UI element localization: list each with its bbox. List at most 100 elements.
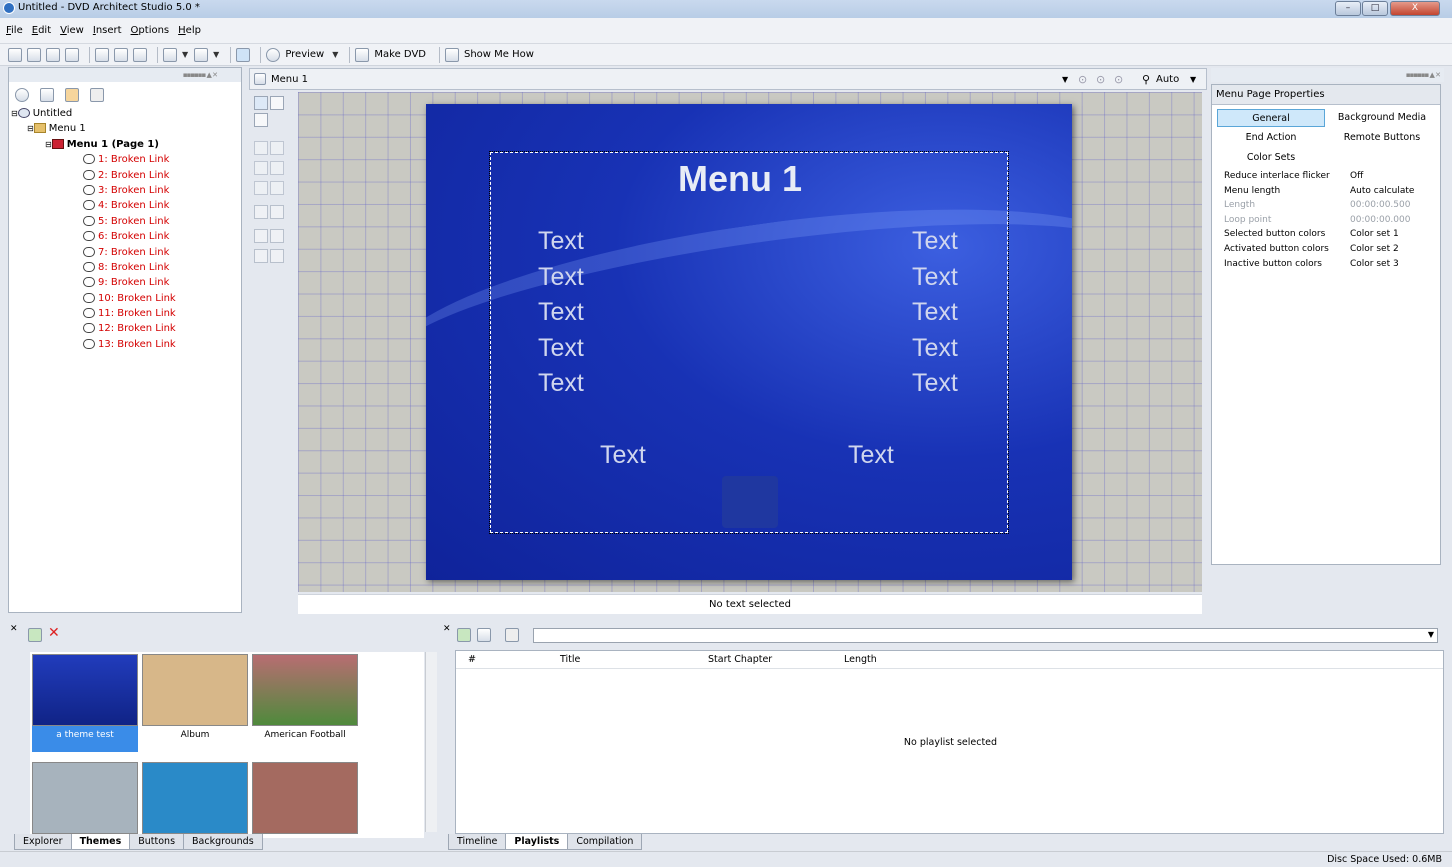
align-left-icon[interactable] — [254, 141, 268, 155]
property-row[interactable]: Inactive button colors Color set 3 — [1224, 259, 1439, 274]
make-dvd-icon[interactable] — [355, 47, 370, 62]
col-start-chapter[interactable]: Start Chapter — [708, 654, 772, 665]
tree-item-link[interactable]: 8: Broken Link — [11, 261, 176, 277]
minimize-button[interactable]: – — [1335, 1, 1361, 16]
same-height-icon[interactable] — [270, 205, 284, 219]
theme-item[interactable] — [252, 762, 358, 838]
property-row[interactable]: Selected button colors Color set 1 — [1224, 229, 1439, 244]
property-row[interactable]: Length 00:00:00.500 — [1224, 200, 1439, 215]
menu-button-5[interactable]: Text — [538, 369, 584, 398]
zoom-dropdown-icon[interactable]: ▼ — [1190, 75, 1196, 84]
panel-close-icon[interactable]: ✕ — [443, 624, 451, 634]
property-row[interactable]: Loop point 00:00:00.000 — [1224, 215, 1439, 230]
tree-item-link[interactable]: 3: Broken Link — [11, 184, 176, 200]
align-center-icon[interactable] — [254, 161, 268, 175]
close-button[interactable]: X — [1390, 1, 1440, 16]
tab-buttons[interactable]: Buttons — [129, 834, 185, 850]
playlist-settings-icon[interactable] — [477, 628, 491, 642]
align-bottom-icon[interactable] — [270, 181, 284, 195]
nav-forward-icon[interactable]: ⊙ — [1114, 73, 1123, 86]
tree-item-link[interactable]: 6: Broken Link — [11, 231, 176, 246]
undo-dropdown-icon[interactable]: ▼ — [182, 50, 188, 59]
open-folder-icon[interactable] — [27, 47, 41, 62]
new-file-icon[interactable] — [8, 47, 22, 62]
theme-item[interactable] — [142, 762, 248, 838]
menu-help[interactable]: Help — [178, 25, 201, 36]
property-value[interactable]: Color set 2 — [1350, 244, 1399, 254]
menu-edit[interactable]: Edit — [32, 25, 51, 36]
menu-view[interactable]: View — [60, 25, 84, 36]
new-playlist-icon[interactable] — [457, 628, 471, 642]
center-horizontal-icon[interactable] — [254, 249, 268, 263]
menu-button-4[interactable]: Text — [538, 334, 584, 363]
tab-backgrounds[interactable]: Backgrounds — [183, 834, 263, 850]
stop-icon[interactable] — [40, 88, 54, 102]
menu-file[interactable]: File — [6, 25, 23, 36]
tab-background-media[interactable]: Background Media — [1328, 109, 1436, 127]
copy-icon[interactable] — [114, 47, 128, 62]
tree-item-link[interactable]: 7: Broken Link — [11, 246, 176, 262]
burn-icon[interactable] — [15, 88, 29, 102]
menu-button-1[interactable]: Text — [538, 227, 584, 256]
theme-item[interactable]: Album — [142, 654, 248, 752]
tree-item-link[interactable]: 5: Broken Link — [11, 215, 176, 231]
tab-end-action[interactable]: End Action — [1217, 129, 1325, 147]
grip-icon[interactable]: ▪▪▪▪▪▪ ▲ ✕ — [183, 71, 218, 79]
space-vertical-icon[interactable] — [270, 229, 284, 243]
properties-icon[interactable] — [65, 47, 79, 62]
tab-explorer[interactable]: Explorer — [14, 834, 72, 850]
redo-icon[interactable] — [194, 47, 209, 62]
menu-button-11[interactable]: Text — [600, 441, 646, 470]
property-value[interactable]: Color set 1 — [1350, 229, 1399, 239]
zoom-value[interactable]: Auto — [1156, 74, 1179, 85]
tab-color-sets[interactable]: Color Sets — [1217, 149, 1325, 167]
add-item-icon[interactable] — [505, 628, 519, 642]
zoom-icon[interactable]: ⚲ — [1142, 73, 1150, 86]
nav-up-icon[interactable]: ⊙ — [1078, 73, 1087, 86]
maximize-button[interactable]: □ — [1362, 1, 1388, 16]
menu-button-12[interactable]: Text — [848, 441, 894, 470]
editor-tab-menu1[interactable]: Menu 1 — [271, 74, 308, 85]
show-me-how-button[interactable]: Show Me How — [464, 49, 534, 60]
delete-icon[interactable] — [90, 88, 104, 102]
property-value[interactable]: Off — [1350, 171, 1363, 181]
tree-item-link[interactable]: 13: Broken Link — [11, 338, 176, 354]
themes-scrollbar[interactable] — [425, 652, 437, 832]
col-number[interactable]: # — [468, 654, 476, 665]
menu-options[interactable]: Options — [131, 25, 170, 36]
tab-playlists[interactable]: Playlists — [505, 834, 569, 850]
tab-timeline[interactable]: Timeline — [448, 834, 507, 850]
paste-icon[interactable] — [133, 47, 147, 62]
grip-icon[interactable]: ▪▪▪▪▪▪ ▲ ✕ — [1406, 71, 1441, 79]
grid-tool-icon[interactable] — [270, 96, 284, 110]
center-vertical-icon[interactable] — [270, 249, 284, 263]
make-dvd-button[interactable]: Make DVD — [374, 49, 426, 60]
select-tool-icon[interactable] — [254, 96, 268, 110]
menu-button-7[interactable]: Text — [912, 263, 958, 292]
menu-button-13-thumbnail[interactable] — [722, 476, 778, 528]
tree-item-link[interactable]: 2: Broken Link — [11, 169, 176, 185]
delete-theme-icon[interactable]: ✕ — [48, 625, 60, 641]
theme-item[interactable] — [32, 762, 138, 838]
tree-item-link[interactable]: 1: Broken Link — [11, 154, 176, 169]
preview-button[interactable]: Preview — [285, 49, 324, 60]
tree-item-root[interactable]: ⊟ Untitled — [11, 108, 176, 123]
tab-general[interactable]: General — [1217, 109, 1325, 127]
col-title[interactable]: Title — [560, 654, 580, 665]
align-right-icon[interactable] — [254, 181, 268, 195]
menu-insert[interactable]: Insert — [93, 25, 122, 36]
tree-item-link[interactable]: 11: Broken Link — [11, 308, 176, 323]
property-row[interactable]: Menu length Auto calculate — [1224, 186, 1439, 201]
tab-themes[interactable]: Themes — [70, 834, 131, 850]
save-icon[interactable] — [46, 47, 60, 62]
menu-button-2[interactable]: Text — [538, 263, 584, 292]
redo-dropdown-icon[interactable]: ▼ — [213, 50, 219, 59]
tab-remote-buttons[interactable]: Remote Buttons — [1328, 129, 1436, 147]
same-width-icon[interactable] — [254, 205, 268, 219]
property-row[interactable]: Activated button colors Color set 2 — [1224, 244, 1439, 259]
menu-button-3[interactable]: Text — [538, 298, 584, 327]
show-me-how-icon[interactable] — [445, 47, 459, 62]
playlist-dropdown[interactable]: ▼ — [533, 628, 1438, 643]
tree-item-link[interactable]: 9: Broken Link — [11, 277, 176, 292]
property-value[interactable]: Auto calculate — [1350, 186, 1414, 196]
